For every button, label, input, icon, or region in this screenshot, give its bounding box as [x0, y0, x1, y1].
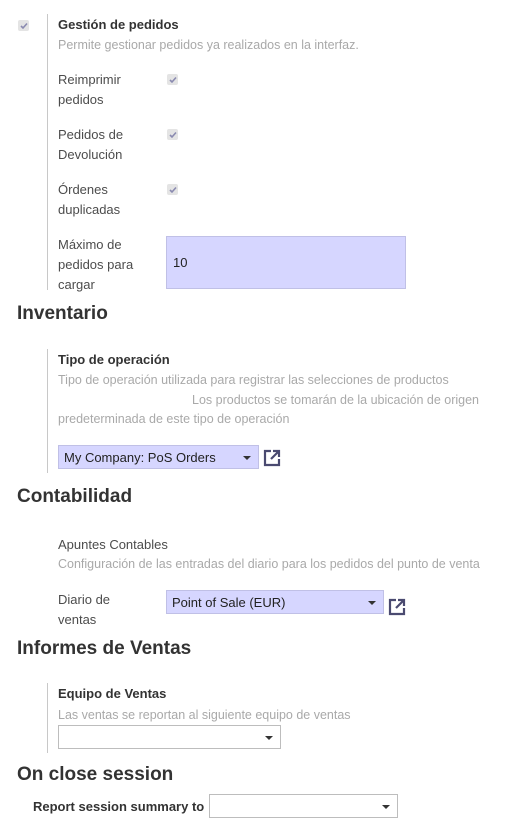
refund-label: Pedidos de Devolución: [58, 125, 123, 165]
duplicate-label-line2: duplicadas: [58, 202, 121, 217]
sales-journal-select[interactable]: Point of Sale (EUR): [166, 590, 384, 614]
setting-divider: [47, 349, 48, 473]
reprint-label: Reimprimir pedidos: [58, 70, 121, 110]
journal-entries-desc: Configuración de las entradas del diario…: [58, 557, 480, 571]
check-icon: [168, 131, 177, 138]
report-summary-select[interactable]: [209, 794, 398, 818]
external-link-icon[interactable]: [387, 597, 407, 617]
max-orders-label: Máximo de pedidos para cargar: [58, 235, 133, 295]
check-icon: [19, 22, 28, 29]
refund-label-line1: Pedidos de: [58, 127, 124, 142]
report-summary-label: Report session summary to: [33, 799, 205, 814]
max-label-line1: Máximo de: [58, 237, 122, 252]
reprint-label-line2: pedidos: [58, 92, 104, 107]
journal-label-line2: ventas: [58, 612, 97, 627]
operation-type-select[interactable]: My Company: PoS Orders: [58, 445, 259, 469]
check-icon: [168, 76, 177, 83]
external-link-icon[interactable]: [262, 448, 282, 468]
refund-checkbox[interactable]: [167, 129, 178, 140]
close-session-heading: On close session: [17, 764, 174, 785]
operation-type-desc-1: Tipo de operación utilizada para registr…: [58, 373, 449, 387]
dropdown-caret-icon: [243, 456, 251, 460]
max-label-line3: cargar: [58, 277, 95, 292]
duplicate-label-line1: Órdenes: [58, 182, 108, 197]
sales-journal-value: Point of Sale (EUR): [172, 594, 286, 610]
sales-team-desc: Las ventas se reportan al siguiente equi…: [58, 708, 351, 722]
sales-team-title: Equipo de Ventas: [58, 686, 167, 701]
sales-journal-label: Diario de ventas: [58, 590, 110, 630]
operation-type-title: Tipo de operación: [58, 352, 170, 367]
check-icon: [168, 186, 177, 193]
dropdown-caret-icon: [368, 601, 376, 605]
order-management-title: Gestión de pedidos: [58, 17, 179, 32]
accounting-heading: Contabilidad: [17, 486, 133, 507]
max-orders-input[interactable]: 10: [166, 236, 406, 289]
refund-label-line2: Devolución: [58, 147, 123, 162]
journal-label-line1: Diario de: [58, 592, 111, 607]
duplicate-orders-checkbox[interactable]: [167, 184, 178, 195]
order-management-checkbox[interactable]: [18, 20, 29, 31]
journal-entries-title: Apuntes Contables: [58, 537, 168, 552]
duplicate-orders-label: Órdenes duplicadas: [58, 180, 120, 220]
setting-divider: [47, 14, 48, 290]
dropdown-caret-icon: [382, 805, 390, 809]
setting-divider: [47, 683, 48, 753]
dropdown-caret-icon: [265, 736, 273, 740]
max-label-line2: pedidos para: [58, 257, 134, 272]
sales-reports-heading: Informes de Ventas: [17, 638, 192, 659]
sales-team-select[interactable]: [58, 725, 281, 749]
operation-type-desc-3: predeterminada de este tipo de operación: [58, 412, 290, 426]
inventory-heading: Inventario: [17, 303, 108, 324]
operation-type-desc-2: Los productos se tomarán de la ubicación…: [192, 393, 479, 407]
reprint-checkbox[interactable]: [167, 74, 178, 85]
operation-type-value: My Company: PoS Orders: [64, 449, 216, 465]
order-management-description: Permite gestionar pedidos ya realizados …: [58, 38, 359, 52]
reprint-label-line1: Reimprimir: [58, 72, 121, 87]
